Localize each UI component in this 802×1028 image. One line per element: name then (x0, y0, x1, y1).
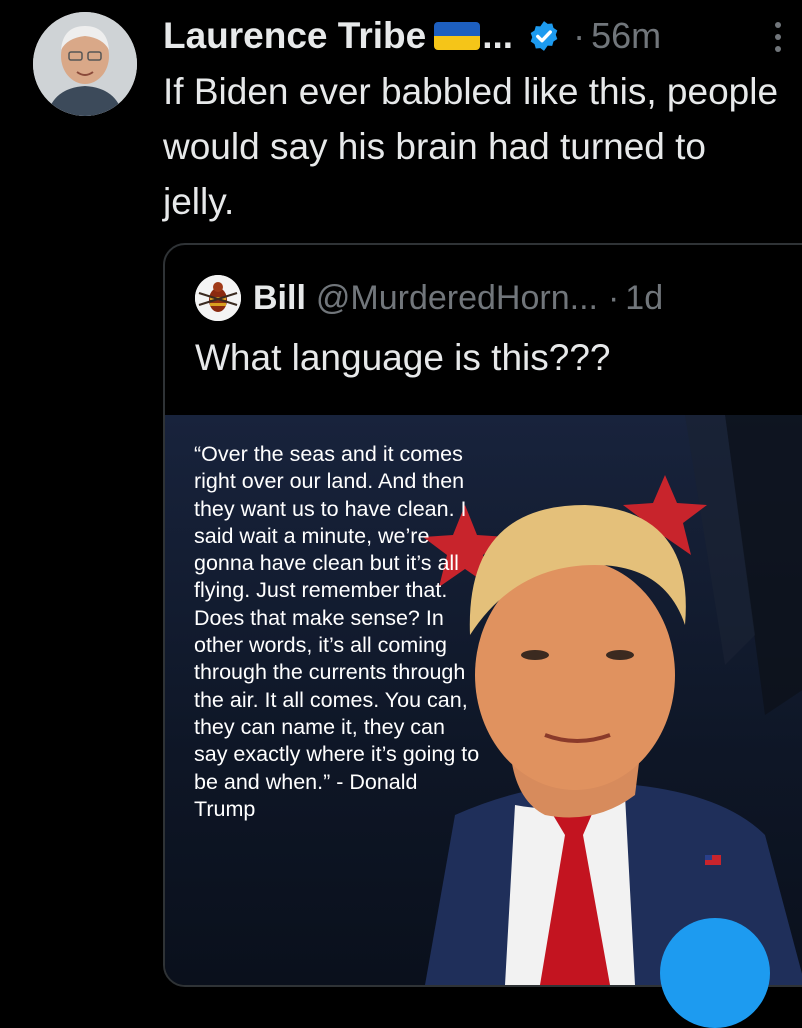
hornet-avatar-icon (195, 275, 241, 321)
tweet-header: Laurence Tribe ... · 56m (163, 12, 661, 60)
quoted-tweet-card[interactable]: Bill @MurderedHorn... · 1d What language… (163, 243, 802, 987)
tweet-timestamp[interactable]: 56m (591, 15, 661, 57)
author-avatar[interactable] (33, 12, 137, 116)
quoted-tweet-text: What language is this??? (195, 337, 611, 378)
compose-button[interactable] (660, 918, 770, 1028)
tweet-text: If Biden ever babbled like this, people … (163, 71, 779, 222)
name-ellipsis: ... (482, 15, 514, 56)
author-name[interactable]: Laurence Tribe (163, 15, 426, 57)
verified-badge-icon (530, 21, 558, 51)
more-options-icon[interactable] (775, 22, 783, 58)
avatar-portrait (33, 12, 137, 116)
quoted-tweet-header: Bill @MurderedHorn... · 1d (195, 275, 663, 321)
image-quote-text: “Over the seas and it comes right over o… (194, 442, 480, 821)
quoted-separator: · (607, 278, 620, 317)
quoted-author-handle[interactable]: @MurderedHorn... (316, 279, 598, 318)
quoted-author-avatar[interactable] (195, 275, 241, 321)
header-separator: · (573, 15, 586, 56)
quoted-timestamp[interactable]: 1d (625, 279, 663, 318)
quoted-tweet-image[interactable]: “Over the seas and it comes right over o… (165, 415, 802, 985)
ukraine-flag-icon (434, 22, 481, 50)
quoted-author-name[interactable]: Bill (253, 279, 306, 318)
